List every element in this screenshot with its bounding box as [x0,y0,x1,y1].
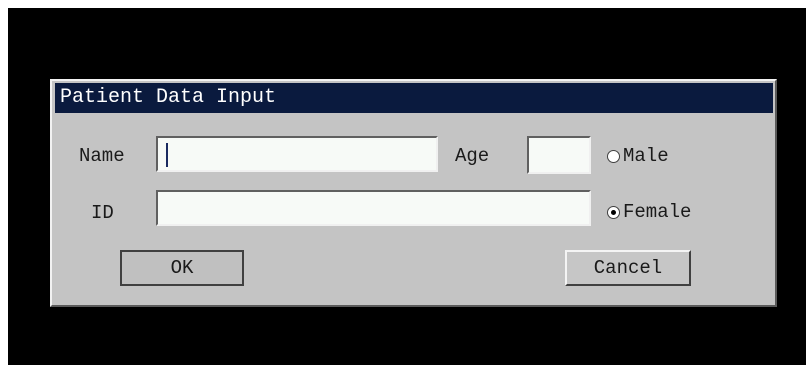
ok-button-label: OK [170,257,194,279]
cancel-button-label: Cancel [593,257,663,279]
female-radio-label[interactable]: Female [623,201,691,223]
female-radio-button[interactable] [607,206,620,219]
male-radio-button[interactable] [607,150,620,163]
ok-button[interactable]: OK [120,250,244,286]
male-radio-label[interactable]: Male [623,145,669,167]
name-input[interactable] [156,136,438,172]
text-cursor [166,143,168,167]
cancel-button[interactable]: Cancel [565,250,691,286]
id-input[interactable] [156,190,591,226]
age-label: Age [455,145,490,167]
dialog-title: Patient Data Input [60,86,277,109]
age-input[interactable] [527,136,591,174]
dialog-title-bar[interactable]: Patient Data Input [55,83,773,113]
id-label: ID [91,202,114,224]
radio-selected-dot [611,210,616,215]
name-label: Name [79,145,125,167]
